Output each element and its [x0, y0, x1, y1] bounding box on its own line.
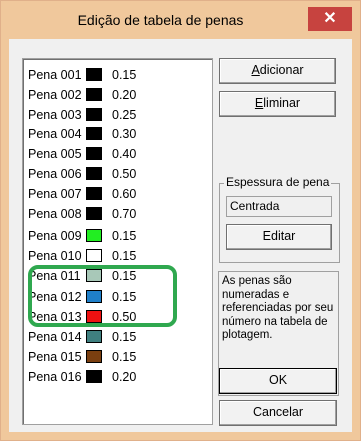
- add-button-accel: A: [251, 63, 260, 77]
- window-title: Edição de tabela de penas: [77, 12, 244, 28]
- pen-width: 0.60: [112, 187, 137, 201]
- pen-width: 0.20: [112, 370, 137, 384]
- thickness-group: [219, 183, 340, 263]
- title-bar[interactable]: Edição de tabela de penas ✕: [1, 1, 360, 39]
- pen-list-item[interactable]: Pena 015 0.15: [23, 347, 212, 367]
- pen-color-swatch: [86, 167, 102, 180]
- pen-color-swatch: [86, 108, 102, 121]
- thickness-group-label: Espessura de pena: [224, 175, 332, 189]
- pen-name: Pena 007: [28, 187, 82, 201]
- pen-list-item[interactable]: Pena 006 0.50: [23, 164, 212, 184]
- pen-name: Pena 001: [28, 68, 82, 82]
- pen-list-item[interactable]: Pena 007 0.60: [23, 184, 212, 204]
- highlight-outline: [28, 265, 177, 327]
- pen-list-item[interactable]: Pena 004 0.30: [23, 124, 212, 144]
- pen-width: 0.25: [112, 108, 137, 122]
- pen-width: 0.15: [112, 350, 137, 364]
- pen-name: Pena 016: [28, 370, 82, 384]
- edit-button-label: Editar: [262, 229, 296, 243]
- pen-list-item[interactable]: Pena 014 0.15: [23, 327, 212, 347]
- pen-name: Pena 010: [28, 249, 82, 263]
- pen-name: Pena 006: [28, 167, 82, 181]
- thickness-value-field: Centrada: [226, 196, 332, 217]
- pen-list-item[interactable]: Pena 009 0.15: [23, 226, 212, 246]
- pen-width: 0.50: [112, 167, 137, 181]
- ok-button[interactable]: OK: [219, 368, 337, 394]
- pen-name: Pena 015: [28, 350, 82, 364]
- pen-width: 0.40: [112, 147, 137, 161]
- pen-color-swatch: [86, 88, 102, 101]
- pen-list-item[interactable]: Pena 010 0.15: [23, 246, 212, 266]
- pen-name: Pena 003: [28, 108, 82, 122]
- pen-color-swatch: [86, 68, 102, 81]
- ok-button-label: OK: [268, 373, 288, 387]
- pen-list-item[interactable]: Pena 005 0.40: [23, 144, 212, 164]
- delete-button-label: liminar: [263, 96, 301, 110]
- delete-button[interactable]: Eliminar: [219, 91, 336, 117]
- pen-name: Pena 004: [28, 127, 82, 141]
- pen-width: 0.70: [112, 207, 137, 221]
- pen-name: Pena 014: [28, 330, 82, 344]
- pen-color-swatch: [86, 207, 102, 220]
- pen-color-swatch: [86, 127, 102, 140]
- pen-width: 0.20: [112, 88, 137, 102]
- pen-width: 0.15: [112, 68, 137, 82]
- pen-color-swatch: [86, 147, 102, 160]
- pen-width: 0.15: [112, 249, 137, 263]
- pen-name: Pena 009: [28, 229, 82, 243]
- pen-list-item[interactable]: Pena 002 0.20: [23, 85, 212, 105]
- pen-width: 0.15: [112, 330, 137, 344]
- pen-color-swatch: [86, 249, 102, 262]
- pen-width: 0.30: [112, 127, 137, 141]
- add-button-label: dicionar: [259, 63, 304, 77]
- pen-color-swatch: [86, 370, 102, 383]
- cancel-button[interactable]: Cancelar: [219, 400, 337, 426]
- pen-list-item[interactable]: Pena 016 0.20: [23, 367, 212, 387]
- close-icon: ✕: [323, 10, 337, 27]
- close-button[interactable]: ✕: [308, 7, 352, 31]
- dialog-window: Edição de tabela de penas ✕ Pena 001 0.15…: [0, 0, 361, 441]
- pen-color-swatch: [86, 187, 102, 200]
- pen-list-item[interactable]: Pena 001 0.15: [23, 65, 212, 85]
- edit-button[interactable]: Editar: [226, 224, 332, 250]
- thickness-value: Centrada: [230, 199, 280, 213]
- pen-list[interactable]: Pena 001 0.15 Pena 002 0.20 Pena 003 0.25 Pena…: [22, 58, 213, 425]
- pen-list-item[interactable]: Pena 003 0.25: [23, 105, 212, 125]
- pen-name: Pena 005: [28, 147, 82, 161]
- pen-list-item[interactable]: Pena 008 0.70: [23, 204, 212, 224]
- dialog-body: Pena 001 0.15 Pena 002 0.20 Pena 003 0.25 Pena…: [9, 39, 352, 432]
- pen-name: Pena 002: [28, 88, 82, 102]
- pen-width: 0.15: [112, 229, 137, 243]
- pen-color-swatch: [86, 330, 102, 343]
- add-button[interactable]: Adicionar: [219, 58, 336, 84]
- cancel-button-label: Cancelar: [252, 405, 304, 419]
- pen-color-swatch: [86, 229, 102, 242]
- pen-name: Pena 008: [28, 207, 82, 221]
- pen-color-swatch: [86, 350, 102, 363]
- delete-button-accel: E: [254, 96, 264, 110]
